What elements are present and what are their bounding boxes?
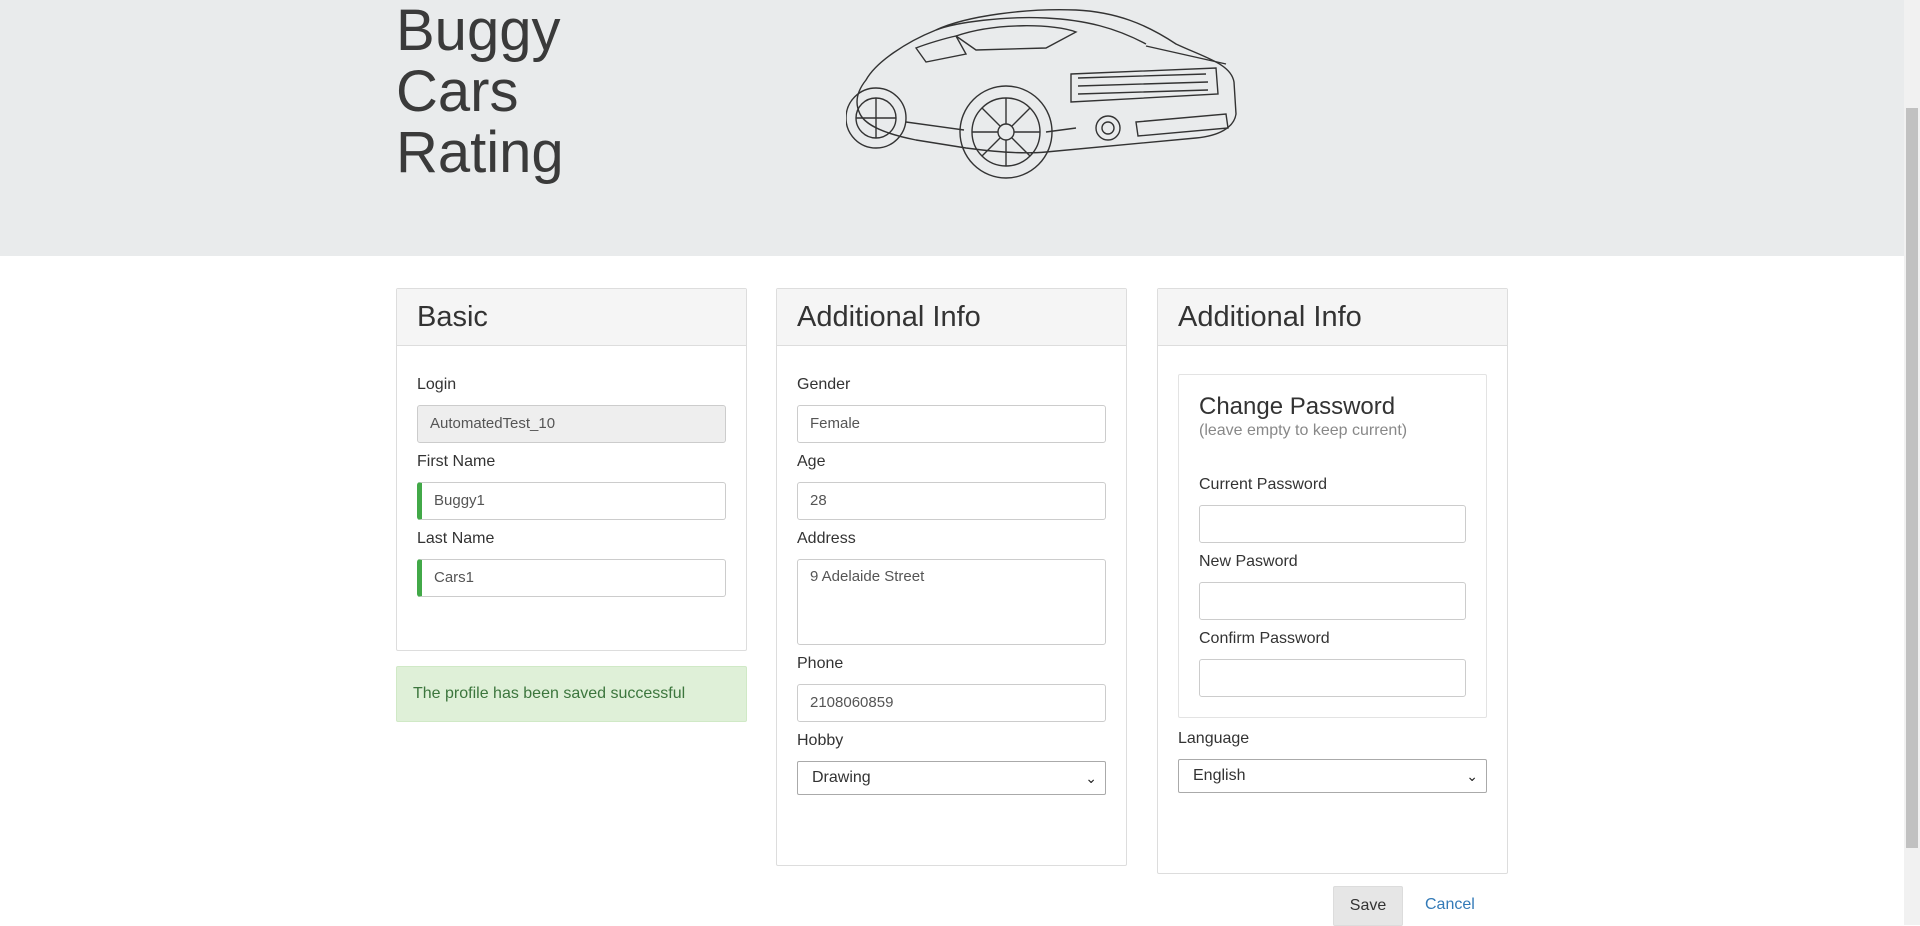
address-textarea[interactable]: 9 Adelaide Street [797, 559, 1106, 645]
confirm-password-label: Confirm Password [1199, 630, 1330, 647]
language-select-value: English [1193, 767, 1246, 784]
basic-panel: Basic Login AutomatedTest_10 First Name … [396, 288, 747, 651]
address-label: Address [797, 530, 856, 547]
first-name-label: First Name [417, 453, 496, 470]
save-button[interactable]: Save [1333, 886, 1403, 926]
language-select[interactable]: English ⌄ [1178, 759, 1487, 793]
gender-field[interactable]: Female [797, 405, 1106, 443]
login-field: AutomatedTest_10 [417, 405, 726, 443]
change-password-title: Change Password [1199, 393, 1396, 420]
additional-info-panel: Additional Info Gender Female Age 28 Add… [776, 288, 1127, 866]
vertical-scrollbar[interactable] [1904, 0, 1920, 925]
car-illustration [846, 9, 1237, 179]
change-password-subtitle: (leave empty to keep current) [1199, 422, 1408, 439]
last-name-label: Last Name [417, 530, 495, 547]
new-password-label: New Pasword [1199, 553, 1298, 570]
header-banner: Buggy Cars Rating [0, 0, 1904, 256]
phone-label: Phone [797, 655, 844, 672]
login-label: Login [417, 376, 457, 393]
first-name-field[interactable]: Buggy1 [417, 482, 726, 520]
success-alert: The profile has been saved successful [396, 666, 747, 722]
gender-label: Gender [797, 376, 851, 393]
additional-info-title: Additional Info [777, 289, 1126, 346]
basic-panel-title: Basic [397, 289, 746, 346]
additional-info-panel-2: Additional Info Change Password (leave e… [1157, 288, 1508, 874]
hobby-select-value: Drawing [812, 769, 871, 786]
current-password-field[interactable] [1199, 505, 1466, 543]
confirm-password-field[interactable] [1199, 659, 1466, 697]
brand-title[interactable]: Buggy Cars Rating [396, 0, 564, 183]
last-name-field[interactable]: Cars1 [417, 559, 726, 597]
age-field[interactable]: 28 [797, 482, 1106, 520]
additional-info-title-2: Additional Info [1158, 289, 1507, 346]
chevron-down-icon: ⌄ [1085, 770, 1097, 786]
new-password-field[interactable] [1199, 582, 1466, 620]
cancel-link[interactable]: Cancel [1425, 894, 1475, 916]
current-password-label: Current Password [1199, 476, 1328, 493]
hobby-select[interactable]: Drawing ⌄ [797, 761, 1106, 795]
language-label: Language [1178, 730, 1250, 747]
phone-field[interactable]: 2108060859 [797, 684, 1106, 722]
change-password-box: Change Password (leave empty to keep cur… [1178, 374, 1487, 718]
scrollbar-thumb[interactable] [1906, 108, 1918, 848]
chevron-down-icon: ⌄ [1466, 768, 1478, 784]
age-label: Age [797, 453, 826, 470]
hobby-label: Hobby [797, 732, 844, 749]
